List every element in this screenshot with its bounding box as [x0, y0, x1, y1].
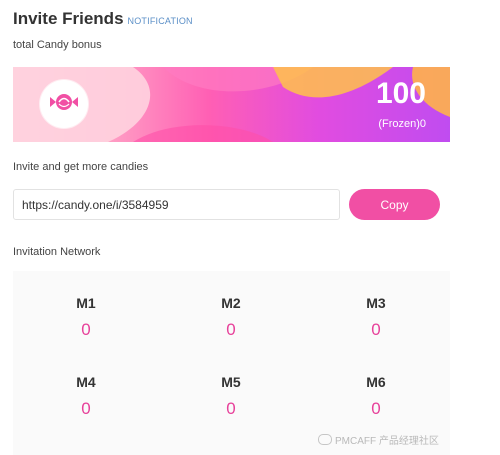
network-label: Invitation Network	[13, 246, 101, 258]
level-m2: M2 0	[201, 295, 261, 340]
candy-bonus-banner: 100 (Frozen)0	[13, 67, 450, 142]
level-name: M6	[366, 374, 386, 390]
page-header: Invite Friends NOTIFICATION	[13, 9, 193, 29]
level-count: 0	[81, 399, 91, 418]
notification-link[interactable]: NOTIFICATION	[128, 16, 193, 26]
level-name: M3	[366, 295, 386, 311]
level-name: M4	[76, 374, 96, 390]
watermark-text: PMCAFF 产品经理社区	[335, 436, 439, 447]
invite-label: Invite and get more candies	[13, 161, 149, 173]
candy-icon	[40, 80, 88, 128]
level-count: 0	[226, 399, 236, 418]
level-m3: M3 0	[346, 295, 406, 340]
frozen-amount: (Frozen)0	[378, 118, 426, 130]
level-m6: M6 0	[346, 374, 406, 419]
level-name: M2	[221, 295, 241, 311]
level-m5: M5 0	[201, 374, 261, 419]
level-count: 0	[371, 399, 381, 418]
level-count: 0	[226, 320, 236, 339]
level-name: M1	[76, 295, 96, 311]
level-count: 0	[371, 320, 381, 339]
page-title: Invite Friends	[13, 9, 124, 28]
chat-bubble-icon	[318, 434, 332, 445]
invitation-network-panel: M1 0 M2 0 M3 0 M4 0 M5 0 M6 0	[13, 271, 450, 455]
watermark: PMCAFF 产品经理社区	[318, 432, 439, 447]
level-m4: M4 0	[56, 374, 116, 419]
bonus-label: total Candy bonus	[13, 39, 102, 51]
invite-link-field[interactable]: https://candy.one/i/3584959	[13, 189, 340, 220]
candy-amount: 100	[375, 77, 426, 110]
level-m1: M1 0	[56, 295, 116, 340]
level-name: M5	[221, 374, 241, 390]
level-count: 0	[81, 320, 91, 339]
copy-button[interactable]: Copy	[349, 189, 440, 220]
